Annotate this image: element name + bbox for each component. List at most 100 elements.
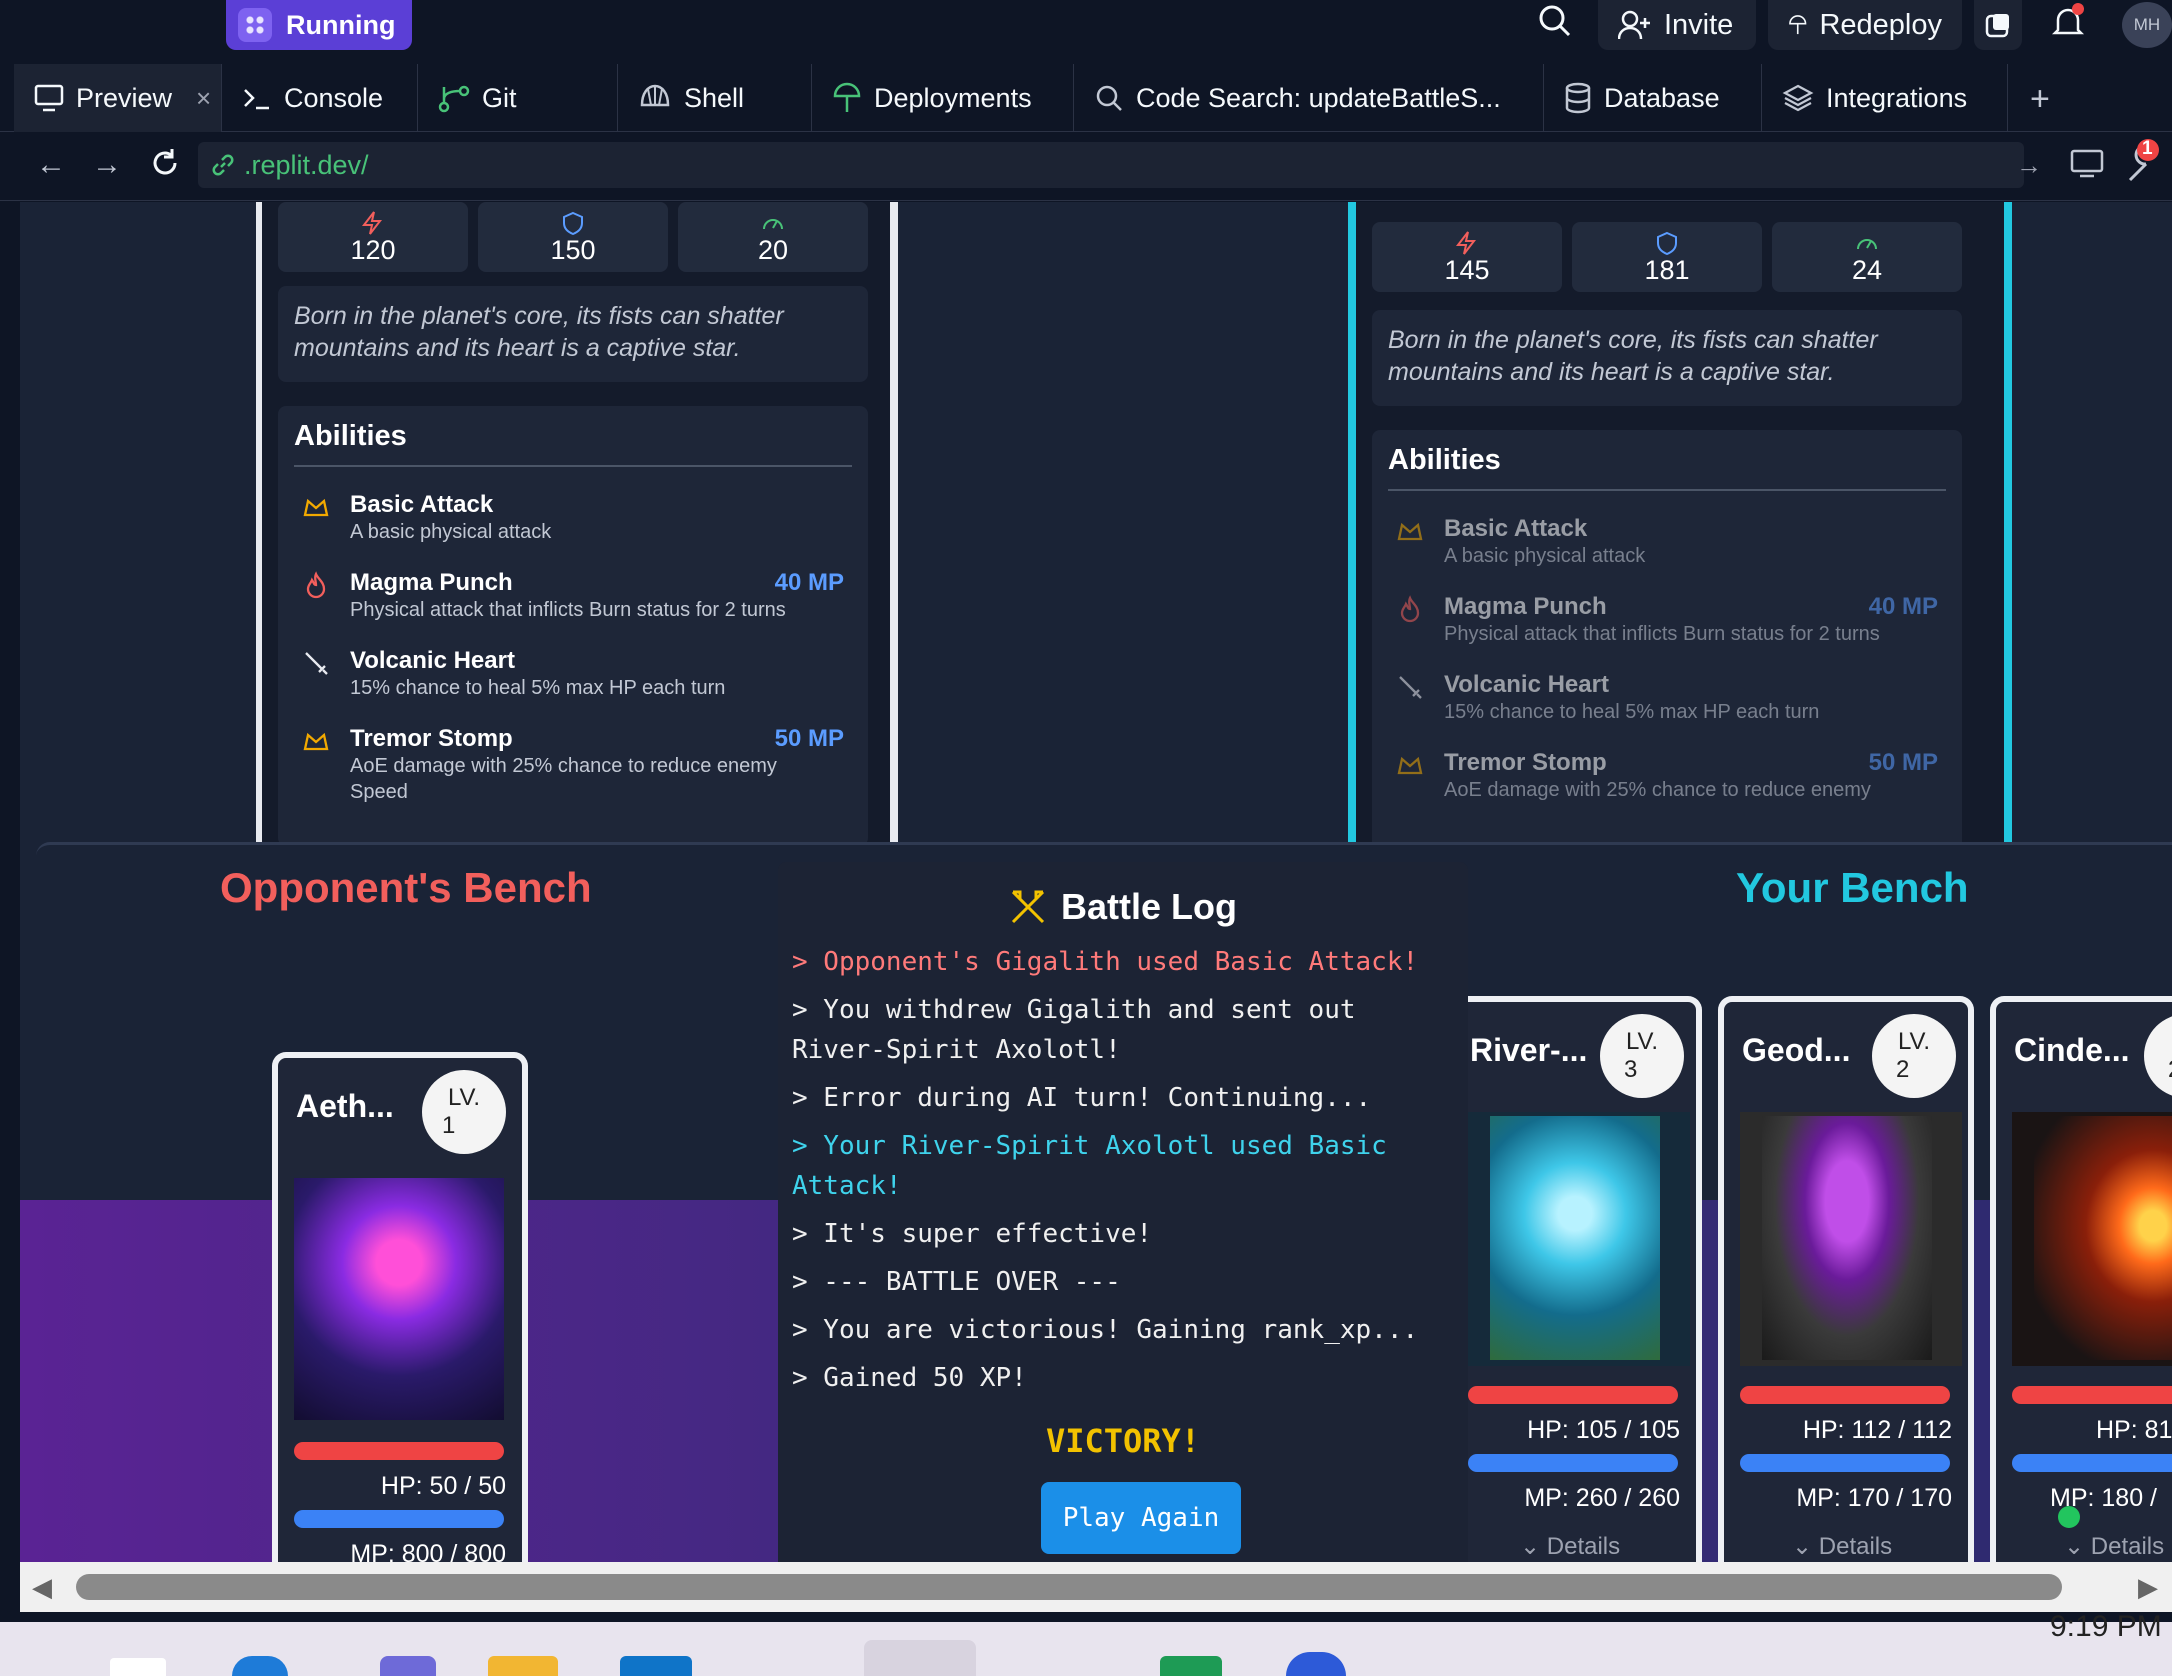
hp-text: HP: 50 / 50 [380, 1472, 506, 1500]
devtools-wrench-icon[interactable]: 1 [2124, 138, 2172, 184]
run-status-label: Running [286, 9, 396, 40]
edge-browser-icon[interactable] [232, 1656, 288, 1676]
run-status-button[interactable]: Running [226, 0, 412, 50]
attack-stat: 120 [278, 202, 468, 272]
crown-icon [1397, 756, 1423, 775]
ability-tremor-stomp[interactable]: Tremor Stomp AoE damage with 25% chance … [294, 725, 852, 805]
opponent-bench-creature[interactable]: Aeth... LV. 1 HP: 50 / 50 MP: 800 / 800 [272, 1052, 528, 1562]
notifications-bell-icon[interactable] [2048, 2, 2088, 42]
ability-desc: AoE damage with 25% chance to reduce ene… [350, 755, 777, 803]
ability-magma-punch[interactable]: Magma Punch Physical attack that inflict… [1388, 593, 1946, 647]
ability-magma-punch[interactable]: Magma Punch Physical attack that inflict… [294, 569, 852, 623]
outlook-icon[interactable] [620, 1656, 692, 1676]
hp-text: HP: 112 / 112 [1802, 1416, 1952, 1444]
level-badge: LV. 3 [1600, 1014, 1684, 1098]
gauge-icon [1857, 239, 1877, 250]
taskbar-active-app-icon[interactable] [864, 1640, 976, 1676]
ability-desc: Physical attack that inflicts Burn statu… [1444, 623, 1880, 645]
ability-basic-attack[interactable]: Basic Attack A basic physical attack [1388, 515, 1946, 569]
creature-portrait [1762, 1116, 1932, 1360]
search-icon[interactable] [1536, 2, 1574, 40]
ability-desc: 15% chance to heal 5% max HP each turn [1444, 701, 1820, 723]
abilities-title: Abilities [1388, 444, 1946, 491]
redeploy-button[interactable]: Redeploy [1768, 0, 1962, 50]
ability-mp-cost: 40 MP [774, 569, 844, 596]
tab-database[interactable]: Database [1544, 64, 1762, 132]
ability-desc: AoE damage with 25% chance to reduce ene… [1444, 779, 1871, 801]
git-branch-icon [438, 85, 470, 113]
creature-portrait [2034, 1116, 2172, 1360]
log-line: > Error during AI turn! Continuing... [792, 1083, 1372, 1113]
teams-icon[interactable] [380, 1656, 436, 1676]
window-toggle-icon[interactable] [1974, 0, 2022, 50]
speed-stat: 20 [678, 202, 868, 272]
ability-volcanic-heart[interactable]: Volcanic Heart 15% chance to heal 5% max… [294, 647, 852, 701]
log-line: > You are victorious! Gaining rank_xp... [792, 1315, 1419, 1345]
details-toggle[interactable]: ⌄ Details [1792, 1532, 1892, 1561]
level-label: LV. [1897, 1028, 1931, 1055]
creature-name: Aeth... [296, 1088, 394, 1124]
details-label: Details [1818, 1533, 1893, 1560]
crossed-swords-icon [1011, 890, 1045, 924]
battle-log-header: Battle Log [778, 886, 1468, 928]
excel-icon[interactable] [1160, 1656, 1222, 1676]
back-arrow-icon[interactable]: ← [36, 148, 66, 182]
creature-name: River-... [1470, 1032, 1588, 1068]
sword-icon [1399, 676, 1422, 699]
search-icon [1096, 85, 1122, 111]
your-bench-creature[interactable]: Geod... LV. 2 HP: 112 / 112 MP: 170 / 17… [1718, 996, 1974, 1562]
crown-icon [303, 732, 329, 751]
battle-log-lines: > Opponent's Gigalith used Basic Attack!… [792, 942, 1452, 1406]
ability-basic-attack[interactable]: Basic Attack A basic physical attack [294, 491, 852, 545]
mp-text: MP: 170 / 170 [1796, 1484, 1952, 1512]
tab-deployments[interactable]: Deployments [812, 64, 1074, 132]
tab-label: Console [284, 82, 384, 113]
taskbar-app-icon[interactable] [110, 1658, 166, 1676]
invite-button[interactable]: Invite [1598, 0, 1756, 50]
deploy-icon [833, 82, 861, 112]
chevron-down-icon: ⌄ [2064, 1533, 2091, 1560]
speed-value: 20 [757, 235, 789, 265]
tab-console[interactable]: Console [222, 64, 418, 132]
user-avatar[interactable]: MH [2122, 2, 2172, 48]
file-explorer-icon[interactable] [488, 1656, 558, 1676]
scroll-right-arrow-icon[interactable]: ▶ [2138, 1572, 2158, 1603]
creature-portrait [1490, 1116, 1660, 1360]
new-tab-plus-icon[interactable]: + [2030, 80, 2050, 119]
tab-preview[interactable]: Preview × [14, 64, 222, 132]
shield-icon [563, 211, 583, 235]
gauge-icon [763, 219, 783, 230]
forward-arrow-icon[interactable]: → [92, 148, 122, 182]
ability-name: Volcanic Heart [1444, 671, 1609, 698]
ability-tremor-stomp[interactable]: Tremor Stomp AoE damage with 25% chance … [1388, 749, 1946, 803]
url-field[interactable]: .replit.dev/ [198, 142, 2024, 188]
tab-git[interactable]: Git [418, 64, 618, 132]
shell-icon [640, 84, 670, 107]
tab-integrations[interactable]: Integrations [1762, 64, 2008, 132]
hp-bar [1468, 1386, 1678, 1404]
tab-label: Shell [684, 82, 745, 113]
ability-volcanic-heart[interactable]: Volcanic Heart 15% chance to heal 5% max… [1388, 671, 1946, 725]
details-toggle[interactable]: ⌄ Details [1520, 1532, 1620, 1561]
details-toggle[interactable]: ⌄ Details [2064, 1532, 2164, 1561]
play-again-button[interactable]: Play Again [1041, 1482, 1241, 1554]
tab-shell[interactable]: Shell [618, 64, 812, 132]
layers-icon [1782, 84, 1814, 112]
close-tab-icon[interactable]: × [196, 83, 211, 114]
go-arrow-icon[interactable]: → [2016, 150, 2042, 181]
log-line: > Opponent's Gigalith used Basic Attack! [792, 947, 1419, 977]
reload-icon[interactable] [148, 146, 182, 180]
level-value: 2 [2168, 1056, 2172, 1084]
scrollbar-thumb[interactable] [76, 1574, 2062, 1600]
tab-code-search[interactable]: Code Search: updateBattleS... [1074, 64, 1544, 132]
log-line: > --- BATTLE OVER --- [792, 1267, 1121, 1297]
crown-icon [1397, 522, 1423, 541]
your-bench-creature[interactable]: River-... LV. 3 HP: 105 / 105 MP: 260 / … [1446, 996, 1702, 1562]
flame-icon [306, 571, 326, 599]
ability-desc: 15% chance to heal 5% max HP each turn [350, 677, 726, 699]
redeploy-label: Redeploy [1819, 8, 1942, 41]
your-bench-creature[interactable]: Cinde... L 2 HP: 81 MP: 180 / ⌄ Details [1990, 996, 2172, 1562]
scroll-left-arrow-icon[interactable]: ◀ [32, 1572, 52, 1603]
device-preview-icon[interactable] [2070, 148, 2106, 180]
battle-log-title: Battle Log [1061, 886, 1237, 927]
